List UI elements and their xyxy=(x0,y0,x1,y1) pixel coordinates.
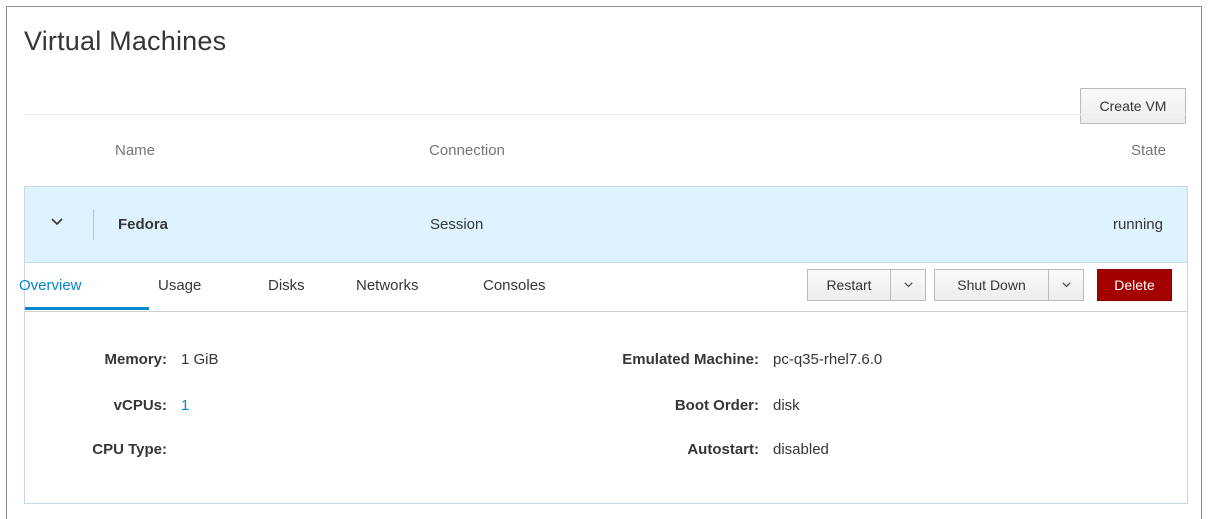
shut-down-dropdown-button[interactable] xyxy=(1048,269,1084,301)
tab-networks[interactable]: Networks xyxy=(356,277,419,294)
tab-usage[interactable]: Usage xyxy=(158,277,201,294)
vm-connection: Session xyxy=(430,216,484,233)
restart-dropdown-button[interactable] xyxy=(890,269,926,301)
emulated-machine-label: Emulated Machine: xyxy=(622,351,759,368)
vm-name[interactable]: Fedora xyxy=(118,216,168,233)
chevron-down-icon xyxy=(903,282,913,288)
vcpus-value[interactable]: 1 xyxy=(181,397,189,414)
restart-button[interactable]: Restart xyxy=(807,269,891,301)
boot-order-value: disk xyxy=(773,397,800,414)
vm-list-item: Fedora Session running Overview Usage Di… xyxy=(19,186,1188,504)
header-divider xyxy=(24,114,1187,115)
vm-tabs: Overview Usage Disks Networks Consoles R… xyxy=(19,263,1187,312)
memory-label: Memory: xyxy=(104,351,167,368)
delete-button[interactable]: Delete xyxy=(1097,269,1172,301)
tab-disks[interactable]: Disks xyxy=(268,277,305,294)
tab-overview[interactable]: Overview xyxy=(19,277,82,294)
autostart-value: disabled xyxy=(773,441,829,458)
row-divider xyxy=(93,209,94,240)
autostart-label: Autostart: xyxy=(687,441,759,458)
create-vm-button[interactable]: Create VM xyxy=(1080,88,1186,124)
cpu-type-label: CPU Type: xyxy=(92,441,167,458)
vcpus-label: vCPUs: xyxy=(113,397,167,414)
column-header-connection[interactable]: Connection xyxy=(429,142,505,159)
emulated-machine-value: pc-q35-rhel7.6.0 xyxy=(773,351,883,368)
page-title: Virtual Machines xyxy=(24,26,227,56)
boot-order-label: Boot Order: xyxy=(674,397,759,414)
column-header-name[interactable]: Name xyxy=(115,142,155,159)
memory-value: 1 GiB xyxy=(181,351,219,368)
chevron-down-icon xyxy=(1061,282,1071,288)
vm-row[interactable]: Fedora Session running xyxy=(25,187,1187,263)
vm-state: running xyxy=(1112,216,1163,233)
chevron-down-icon[interactable] xyxy=(49,214,65,230)
shut-down-button[interactable]: Shut Down xyxy=(934,269,1049,301)
tab-consoles[interactable]: Consoles xyxy=(483,277,546,294)
active-tab-indicator xyxy=(25,307,149,310)
column-header-state[interactable]: State xyxy=(1131,142,1166,159)
